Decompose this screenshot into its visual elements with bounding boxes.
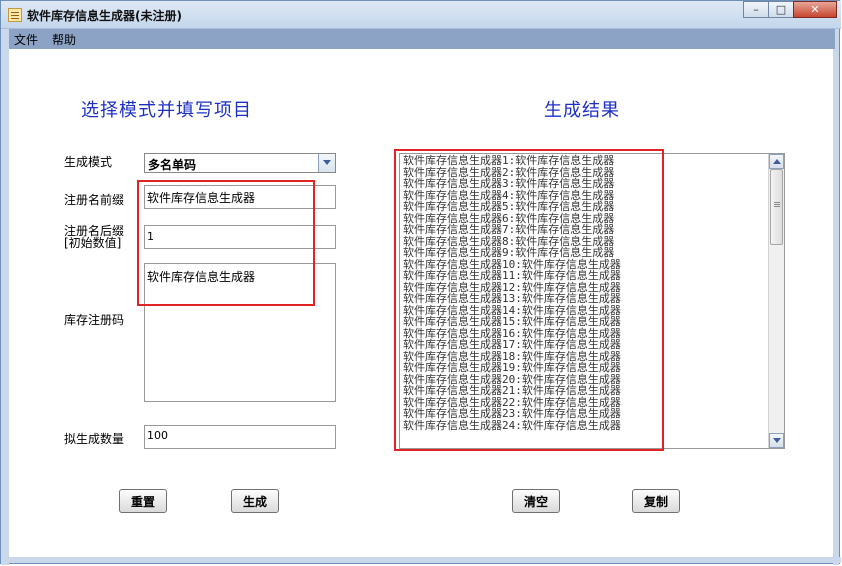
menu-file[interactable]: 文件: [14, 31, 38, 48]
highlight-box-left: [137, 180, 315, 306]
window-border-bottom: [1, 557, 841, 563]
count-label: 拟生成数量: [64, 432, 125, 446]
maximize-button[interactable]: □: [768, 1, 794, 18]
menu-help[interactable]: 帮助: [52, 31, 76, 48]
scrollbar-thumb[interactable]: [770, 169, 783, 245]
scroll-up-icon[interactable]: [769, 154, 784, 169]
left-section-title: 选择模式并填写项目: [81, 100, 252, 121]
mode-label: 生成模式: [64, 155, 113, 169]
close-button[interactable]: ✕: [793, 1, 837, 18]
window-border-left: [1, 29, 9, 565]
window-border-right: [833, 29, 839, 565]
app-notepad-icon: [8, 8, 22, 22]
vertical-scrollbar[interactable]: [768, 154, 784, 448]
title-bar[interactable]: 软件库存信息生成器(未注册) – □ ✕: [1, 1, 841, 29]
prefix-label: 注册名前缀: [64, 193, 125, 207]
reset-button[interactable]: 重置: [119, 489, 167, 513]
code-label: 库存注册码: [64, 313, 125, 327]
menu-bar: 文件 帮助: [9, 29, 835, 49]
highlight-box-right: [394, 149, 664, 451]
right-section-title: 生成结果: [544, 100, 620, 121]
copy-button[interactable]: 复制: [632, 489, 680, 513]
suffix-label-sub: [初始数值]: [64, 236, 122, 250]
app-window: 软件库存信息生成器(未注册) – □ ✕ 文件 帮助 选择模式并填写项目 生成模…: [0, 0, 841, 565]
mode-select[interactable]: 多名单码: [144, 153, 336, 173]
window-title: 软件库存信息生成器(未注册): [27, 9, 182, 23]
chevron-down-icon[interactable]: [318, 154, 335, 172]
minimize-button[interactable]: –: [743, 1, 769, 18]
mode-select-value: 多名单码: [148, 158, 197, 172]
scroll-down-icon[interactable]: [769, 433, 784, 448]
clear-button[interactable]: 清空: [512, 489, 560, 513]
generate-button[interactable]: 生成: [231, 489, 279, 513]
count-input[interactable]: 100: [144, 425, 336, 449]
